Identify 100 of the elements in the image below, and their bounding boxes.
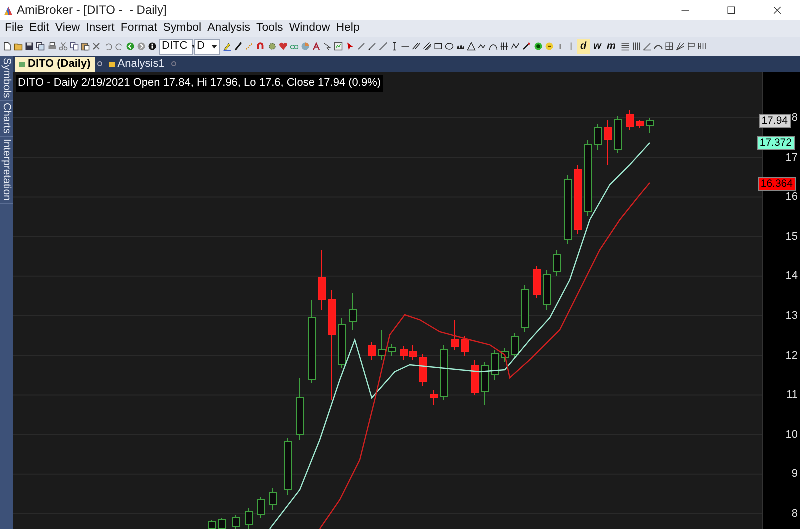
- ellipse-icon[interactable]: [444, 42, 454, 51]
- fan-lines-icon[interactable]: [676, 42, 684, 51]
- minus-circle-icon[interactable]: [544, 42, 554, 51]
- menu-item[interactable]: Edit: [26, 20, 52, 37]
- arc-icon[interactable]: [488, 42, 498, 51]
- menu-item[interactable]: View: [52, 20, 84, 37]
- document-tab[interactable]: Analysis1: [104, 56, 169, 72]
- axis-label: 13: [786, 310, 798, 322]
- glasses-icon[interactable]: [290, 42, 298, 51]
- dotted-line-icon[interactable]: [244, 42, 254, 51]
- menu-item[interactable]: Symbol: [160, 20, 205, 37]
- candlestick: [471, 360, 479, 396]
- menu-item[interactable]: Tools: [253, 20, 286, 37]
- bars-icon[interactable]: [698, 42, 706, 51]
- interval-combo[interactable]: D: [194, 38, 220, 54]
- channel-icon[interactable]: [422, 42, 432, 51]
- heart-icon[interactable]: [278, 42, 288, 51]
- candlestick: [511, 332, 519, 358]
- magnet-icon[interactable]: [256, 42, 264, 51]
- triangle-icon[interactable]: [466, 42, 476, 51]
- candlestick: [208, 520, 216, 529]
- parallel-lines-icon[interactable]: [412, 42, 420, 51]
- axis-label: 14: [786, 270, 798, 282]
- extended-line-icon[interactable]: [378, 42, 388, 51]
- target-circle-icon[interactable]: [534, 42, 542, 51]
- candlestick: [284, 438, 292, 496]
- folder-icon[interactable]: [14, 42, 22, 51]
- gauge-icon[interactable]: [654, 42, 662, 51]
- candlestick: [430, 390, 438, 406]
- columns-icon[interactable]: [632, 42, 640, 51]
- line-icon[interactable]: [356, 42, 366, 51]
- document-tab[interactable]: DITO (Daily): [15, 56, 95, 72]
- document-icon: [108, 60, 115, 68]
- paste-icon[interactable]: [80, 42, 90, 51]
- axis-label: 12: [786, 350, 798, 362]
- candlestick: [368, 342, 376, 360]
- axis-label: 11: [786, 389, 798, 402]
- eyedropper-icon[interactable]: [522, 42, 530, 51]
- candlestick: [521, 284, 529, 332]
- candlestick: [646, 118, 654, 134]
- interval-button[interactable]: m: [605, 39, 618, 54]
- chart-window-icon[interactable]: [334, 42, 342, 51]
- candlestick: [349, 292, 357, 330]
- candlestick: [543, 270, 551, 310]
- price-tag: 17.94: [758, 114, 791, 128]
- zigzag-icon[interactable]: [478, 42, 486, 51]
- highlighter-icon[interactable]: [222, 42, 232, 51]
- price-tag: 17.372: [756, 136, 795, 150]
- undo-icon[interactable]: [104, 42, 112, 51]
- menu-item[interactable]: Insert: [83, 20, 118, 37]
- ray-icon[interactable]: [368, 42, 376, 51]
- angle-icon[interactable]: [642, 42, 652, 51]
- logo-icon: [4, 6, 13, 14]
- pen-icon[interactable]: [234, 42, 242, 51]
- fibonacci-icon[interactable]: [500, 42, 508, 51]
- new-file-icon[interactable]: [2, 42, 12, 51]
- candlestick: [614, 116, 622, 154]
- info-icon[interactable]: [148, 42, 156, 51]
- redo-icon[interactable]: [114, 42, 124, 51]
- grid-icon[interactable]: [664, 42, 674, 51]
- menu-item[interactable]: File: [2, 20, 27, 37]
- candlestick: [636, 120, 644, 128]
- candlestick: [451, 320, 459, 350]
- candlestick: [481, 362, 489, 406]
- tab-close-icon[interactable]: [96, 61, 103, 67]
- printer-icon[interactable]: [48, 42, 56, 51]
- axis-label: 8: [792, 508, 798, 520]
- list-icon[interactable]: [620, 42, 630, 51]
- price-tag: 16.364: [758, 177, 796, 191]
- candlestick: [269, 488, 277, 510]
- interval-button[interactable]: d: [577, 39, 590, 54]
- menu-item[interactable]: Format: [118, 20, 160, 37]
- tab-close-icon[interactable]: [170, 61, 177, 67]
- copy-icon[interactable]: [70, 42, 78, 51]
- caret-icon: [210, 42, 218, 51]
- interval-button[interactable]: w: [591, 39, 604, 54]
- save-icon[interactable]: [24, 42, 34, 51]
- candlestick: [564, 174, 572, 244]
- rectangle-icon[interactable]: [434, 42, 442, 51]
- delete-icon[interactable]: [92, 42, 100, 51]
- candlestick: [388, 344, 396, 356]
- scissors-icon[interactable]: [58, 42, 68, 51]
- flag-icon[interactable]: [686, 42, 696, 51]
- pointer-icon[interactable]: [346, 42, 354, 51]
- menu-item[interactable]: Help: [333, 20, 363, 37]
- wave-icon[interactable]: [510, 42, 520, 51]
- back-circle-icon[interactable]: [126, 42, 134, 51]
- axis-label: 9: [792, 468, 798, 480]
- windows-icon[interactable]: [36, 42, 44, 51]
- menu-item[interactable]: Window: [286, 20, 334, 37]
- candlestick: [533, 266, 541, 298]
- candlestick: [257, 496, 265, 518]
- candlestick: [594, 124, 602, 150]
- document-icon: [19, 60, 25, 68]
- symbol-combo[interactable]: DITC: [159, 38, 193, 54]
- candlestick: [553, 250, 561, 276]
- candlestick: [296, 378, 304, 440]
- cluster-icon[interactable]: [456, 42, 464, 51]
- candlestick: [501, 348, 509, 362]
- menu-item[interactable]: Analysis: [204, 20, 254, 37]
